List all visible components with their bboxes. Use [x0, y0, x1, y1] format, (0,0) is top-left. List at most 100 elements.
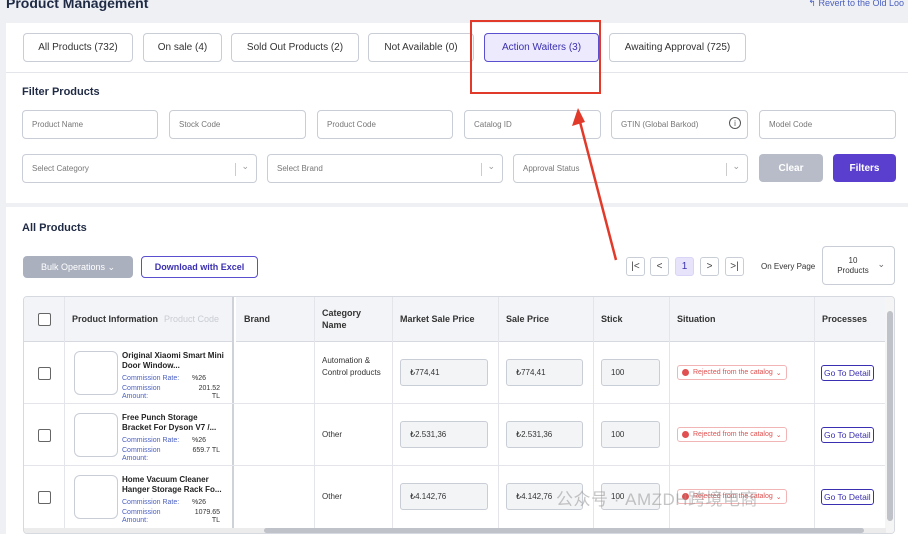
- commission-amount-value: 1079.65 TL: [194, 509, 220, 524]
- first-page-button[interactable]: |<: [626, 257, 645, 276]
- sale-price-field[interactable]: ₺2.531,36: [506, 421, 583, 448]
- tab-awaiting-approval[interactable]: Awaiting Approval (725): [609, 33, 746, 62]
- bulk-operations-button[interactable]: Bulk Operations ⌄: [23, 256, 133, 278]
- horizontal-scrollbar[interactable]: [24, 528, 886, 533]
- go-to-detail-button[interactable]: Go To Detail: [821, 365, 874, 381]
- header-market-price: Market Sale Price: [392, 297, 498, 342]
- approval-status-select[interactable]: Approval Status ⌄: [513, 154, 748, 183]
- chevron-down-icon: ⌄: [241, 161, 249, 171]
- commission-amount-label: Commission Amount:: [122, 385, 161, 400]
- market-price-field[interactable]: ₺774,41: [400, 359, 488, 386]
- stock-field[interactable]: 100: [601, 359, 660, 386]
- category-select[interactable]: Select Category ⌄: [22, 154, 257, 183]
- go-to-detail-button[interactable]: Go To Detail: [821, 427, 874, 443]
- category-name: Other: [322, 430, 343, 439]
- watermark: 公众号 · AMZDH跨境电商: [556, 490, 759, 509]
- product-code-input[interactable]: Product Code: [317, 110, 453, 139]
- chevron-down-icon: ⌄: [775, 493, 782, 501]
- prev-page-button[interactable]: <: [650, 257, 669, 276]
- per-page-unit: Products: [837, 265, 869, 275]
- market-price-field[interactable]: ₺4.142,76: [400, 483, 488, 510]
- header-category-label: Category Name: [322, 308, 362, 330]
- header-product-info: Product Information Product Code: [64, 297, 232, 342]
- page-title: Product Management: [6, 0, 149, 11]
- header-sale-price: Sale Price: [498, 297, 593, 342]
- filters-button[interactable]: Filters: [833, 154, 896, 182]
- table-row: Original Xiaomi Smart Mini Door Window..…: [24, 342, 886, 404]
- gtin-input-placeholder: GTIN (Global Barkod): [621, 120, 699, 129]
- last-page-button[interactable]: >|: [725, 257, 744, 276]
- info-icon[interactable]: i: [729, 117, 741, 129]
- chevron-down-icon: ⌄: [775, 431, 782, 439]
- header-product-code-ghost: Product Code: [164, 314, 220, 324]
- page-1-button[interactable]: 1: [675, 257, 694, 276]
- commission-rate-label: Commission Rate:: [122, 375, 180, 382]
- header-select: [24, 297, 64, 342]
- annotation-highlight-box: [470, 20, 601, 94]
- product-name[interactable]: Free Punch Storage Bracket For Dyson V7 …: [122, 413, 228, 433]
- tab-not-available[interactable]: Not Available (0): [368, 33, 474, 62]
- vertical-scrollbar[interactable]: [885, 297, 894, 533]
- stock-field[interactable]: 100: [601, 421, 660, 448]
- table-row: Free Punch Storage Bracket For Dyson V7 …: [24, 404, 886, 466]
- select-all-checkbox[interactable]: [38, 313, 51, 326]
- select-separator: [235, 163, 236, 176]
- select-separator: [726, 163, 727, 176]
- product-thumbnail[interactable]: [74, 475, 118, 519]
- scrollbar-thumb[interactable]: [887, 311, 893, 521]
- revert-old-version-link[interactable]: ↰ Revert to the Old Loo: [808, 0, 904, 9]
- brand-select[interactable]: Select Brand ⌄: [267, 154, 503, 183]
- header-category: Category Name: [314, 297, 392, 342]
- clear-button[interactable]: Clear: [759, 154, 823, 182]
- chevron-down-icon: ⌄: [732, 161, 740, 171]
- product-name[interactable]: Home Vacuum Cleaner Hanger Storage Rack …: [122, 475, 228, 495]
- all-products-heading: All Products: [22, 222, 87, 234]
- download-excel-button[interactable]: Download with Excel: [141, 256, 258, 278]
- filter-heading: Filter Products: [22, 86, 100, 98]
- status-badge[interactable]: Rejected from the catalog ⌄: [677, 427, 787, 442]
- per-page-select[interactable]: 10 Products ⌄: [822, 246, 895, 285]
- divider: [6, 72, 908, 73]
- status-badge[interactable]: Rejected from the catalog ⌄: [677, 365, 787, 380]
- status-text: Rejected from the catalog: [693, 431, 773, 438]
- commission-amount-label: Commission Amount:: [122, 509, 161, 524]
- stock-code-input[interactable]: Stock Code: [169, 110, 306, 139]
- product-thumbnail[interactable]: [74, 413, 118, 457]
- chevron-down-icon: ⌄: [877, 259, 885, 269]
- tab-sold-out[interactable]: Sold Out Products (2): [231, 33, 359, 62]
- product-thumbnail[interactable]: [74, 351, 118, 395]
- row-checkbox[interactable]: [38, 367, 51, 380]
- per-page-label: On Every Page: [761, 262, 816, 271]
- product-name-input[interactable]: Product Name: [22, 110, 158, 139]
- chevron-down-icon: ⌄: [775, 369, 782, 377]
- row-checkbox[interactable]: [38, 491, 51, 504]
- commission-amount-value: 659.7 TL: [192, 447, 220, 454]
- header-product-info-label: Product Information: [72, 314, 158, 324]
- chevron-down-icon: ⌄: [487, 161, 495, 171]
- scrollbar-thumb[interactable]: [264, 528, 864, 533]
- error-icon: [682, 369, 689, 376]
- header-brand: Brand: [236, 297, 314, 342]
- gtin-input[interactable]: GTIN (Global Barkod): [611, 110, 748, 139]
- header-situation: Situation: [669, 297, 814, 342]
- category-select-value: Select Category: [32, 164, 89, 173]
- go-to-detail-button[interactable]: Go To Detail: [821, 489, 874, 505]
- header-processes: Processes: [814, 297, 886, 342]
- brand-select-value: Select Brand: [277, 164, 323, 173]
- commission-rate-value: %26: [192, 499, 207, 506]
- model-code-input[interactable]: Model Code: [759, 110, 896, 139]
- commission-rate-label: Commission Rate:: [122, 437, 180, 444]
- product-name[interactable]: Original Xiaomi Smart Mini Door Window..…: [122, 351, 228, 371]
- per-page-value: 10: [848, 255, 858, 265]
- row-checkbox[interactable]: [38, 429, 51, 442]
- next-page-button[interactable]: >: [700, 257, 719, 276]
- market-price-field[interactable]: ₺2.531,36: [400, 421, 488, 448]
- select-separator: [481, 163, 482, 176]
- commission-rate-value: %26: [192, 375, 207, 382]
- products-table: Product Information Product Code Brand Ca…: [23, 296, 895, 534]
- status-text: Rejected from the catalog: [693, 369, 773, 376]
- sale-price-field[interactable]: ₺774,41: [506, 359, 583, 386]
- commission-amount-label: Commission Amount:: [122, 447, 161, 462]
- tab-on-sale[interactable]: On sale (4): [143, 33, 222, 62]
- tab-all-products[interactable]: All Products (732): [23, 33, 133, 62]
